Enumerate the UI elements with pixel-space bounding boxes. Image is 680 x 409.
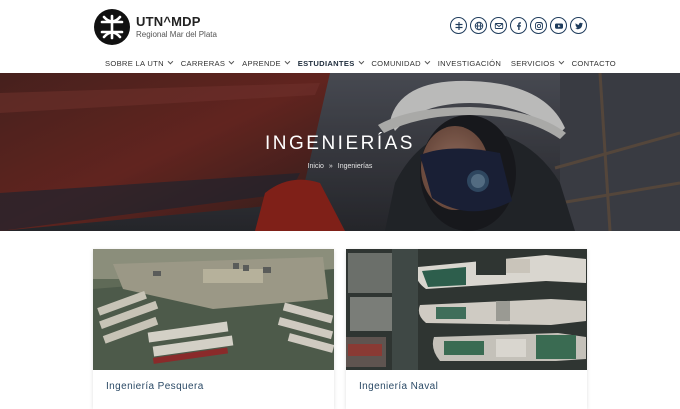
utn-social-button[interactable]	[450, 17, 467, 34]
chevron-down-icon	[358, 58, 364, 65]
career-cards: Ingeniería Pesquera Ingeniería Naval	[93, 249, 587, 409]
instagram-social-button[interactable]	[530, 17, 547, 34]
youtube-social-button[interactable]	[550, 17, 567, 34]
nav-item-contacto[interactable]: CONTACTO	[572, 59, 616, 68]
logo-subtitle: Regional Mar del Plata	[136, 30, 217, 39]
nav-label: CARRERAS	[180, 58, 226, 68]
breadcrumb: Inicio » Ingenierías	[0, 163, 680, 170]
site-logo[interactable]: UTN^MDP Regional Mar del Plata	[94, 9, 217, 45]
facebook-social-button[interactable]	[510, 17, 527, 34]
web-social-button[interactable]	[470, 17, 487, 34]
nav-label: COMUNIDAD	[371, 58, 421, 68]
youtube-icon	[554, 23, 563, 29]
nav-label: INVESTIGACIÓN	[437, 58, 502, 68]
nav-label: CONTACTO	[571, 58, 616, 68]
logo-title: UTN^MDP	[136, 14, 201, 29]
nav-item-investigacion[interactable]: INVESTIGACIÓN	[438, 59, 501, 68]
nav-item-servicios[interactable]: SERVICIOS	[510, 58, 565, 68]
main-navigation: SOBRE LA UTN CARRERAS APRENDE ESTUDIANTE…	[105, 56, 626, 70]
chevron-down-icon	[167, 58, 174, 65]
card-ingenieria-naval[interactable]: Ingeniería Naval	[346, 249, 587, 409]
breadcrumb-current: Ingenierías	[337, 163, 373, 170]
mail-social-button[interactable]	[490, 17, 507, 34]
card-image-naval	[346, 249, 587, 370]
social-links	[450, 17, 587, 34]
nav-label: SERVICIOS	[510, 58, 555, 68]
chevron-down-icon	[558, 58, 565, 65]
breadcrumb-separator: »	[328, 163, 333, 170]
nav-item-carreras[interactable]: CARRERAS	[180, 58, 235, 68]
site-header: UTN^MDP Regional Mar del Plata SOBRE LA …	[0, 0, 680, 73]
twitter-social-button[interactable]	[570, 17, 587, 34]
utn-icon	[455, 21, 462, 30]
chevron-down-icon	[284, 58, 291, 65]
breadcrumb-home-link[interactable]: Inicio	[308, 163, 324, 170]
nav-label: SOBRE LA UTN	[105, 58, 164, 68]
nav-item-aprende[interactable]: APRENDE	[242, 58, 291, 68]
nav-label: APRENDE	[242, 58, 281, 68]
instagram-icon	[534, 21, 543, 30]
card-image-pesquera	[93, 249, 334, 370]
mail-icon	[494, 22, 503, 29]
chevron-down-icon	[228, 58, 235, 65]
globe-icon	[474, 21, 483, 30]
card-ingenieria-pesquera[interactable]: Ingeniería Pesquera	[93, 249, 334, 409]
nav-item-sobre-la-utn[interactable]: SOBRE LA UTN	[105, 58, 174, 68]
page-title: INGENIERÍAS	[265, 133, 415, 154]
card-title: Ingeniería Pesquera	[106, 381, 204, 392]
twitter-icon	[574, 22, 583, 29]
nav-item-comunidad[interactable]: COMUNIDAD	[371, 58, 431, 68]
hero-banner: INGENIERÍAS Inicio » Ingenierías	[0, 73, 680, 231]
card-title: Ingeniería Naval	[359, 381, 439, 392]
chevron-down-icon	[424, 58, 431, 65]
nav-item-estudiantes[interactable]: ESTUDIANTES	[297, 58, 364, 68]
utn-logo-icon	[94, 9, 130, 45]
facebook-icon	[516, 21, 521, 30]
nav-label: ESTUDIANTES	[297, 58, 355, 68]
